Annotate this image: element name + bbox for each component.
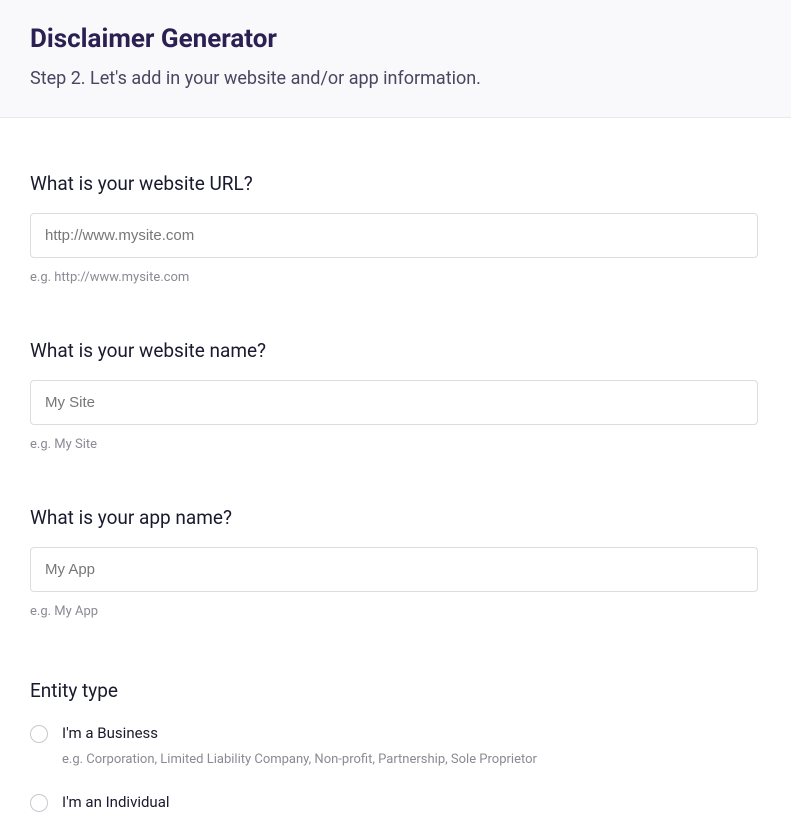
website-url-input[interactable]: [30, 213, 758, 258]
entity-individual-label[interactable]: I'm an Individual: [62, 793, 170, 811]
entity-business-label[interactable]: I'm a Business: [62, 724, 537, 742]
website-name-group: What is your website name? e.g. My Site: [30, 339, 761, 452]
page-header: Disclaimer Generator Step 2. Let's add i…: [0, 0, 791, 118]
radio-icon[interactable]: [30, 725, 48, 743]
entity-type-group: Entity type I'm a Business e.g. Corporat…: [30, 679, 761, 812]
website-name-input[interactable]: [30, 380, 758, 425]
form-content: What is your website URL? e.g. http://ww…: [0, 172, 791, 812]
website-name-hint: e.g. My Site: [30, 437, 761, 452]
page-title: Disclaimer Generator: [30, 24, 761, 54]
app-name-group: What is your app name? e.g. My App: [30, 506, 761, 619]
radio-icon[interactable]: [30, 794, 48, 812]
app-name-label: What is your app name?: [30, 506, 761, 529]
website-url-label: What is your website URL?: [30, 172, 761, 195]
entity-business-hint: e.g. Corporation, Limited Liability Comp…: [62, 752, 537, 767]
app-name-input[interactable]: [30, 547, 758, 592]
page-subtitle: Step 2. Let's add in your website and/or…: [30, 68, 761, 89]
entity-option-business[interactable]: I'm a Business e.g. Corporation, Limited…: [30, 724, 761, 783]
app-name-hint: e.g. My App: [30, 604, 761, 619]
radio-text-wrap: I'm a Business e.g. Corporation, Limited…: [62, 724, 537, 783]
website-url-hint: e.g. http://www.mysite.com: [30, 270, 761, 285]
website-name-label: What is your website name?: [30, 339, 761, 362]
radio-text-wrap: I'm an Individual: [62, 793, 170, 811]
entity-option-individual[interactable]: I'm an Individual: [30, 793, 761, 812]
entity-type-label: Entity type: [30, 679, 761, 702]
website-url-group: What is your website URL? e.g. http://ww…: [30, 172, 761, 285]
